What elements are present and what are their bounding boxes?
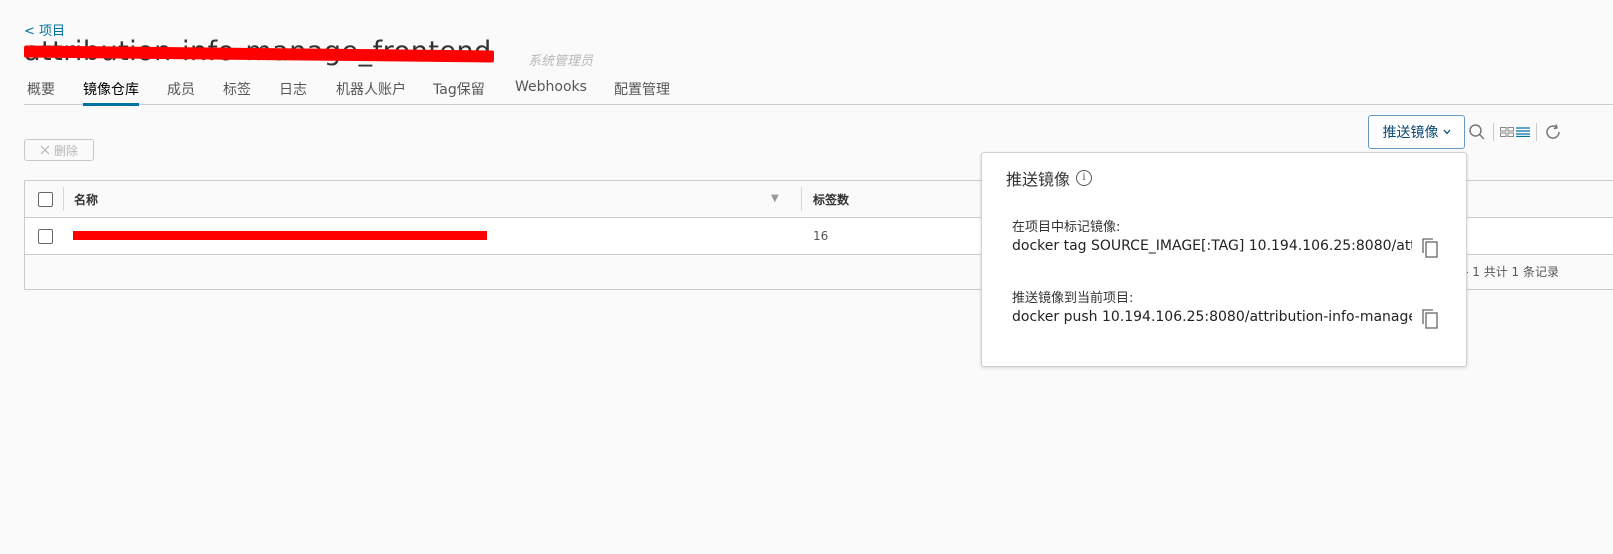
tag-count: 16 [813,229,829,243]
push-image-button[interactable]: 推送镜像 [1368,115,1465,149]
popover-title-text: 推送镜像 [1006,170,1071,189]
copy-icon[interactable] [1420,308,1440,330]
copy-icon[interactable] [1420,237,1440,259]
refresh-icon[interactable] [1543,122,1563,142]
tag-command-label: 在项目中标记镜像: [1012,220,1121,235]
delete-button-label: 删除 [53,143,78,158]
card-view-icon[interactable] [1500,122,1514,142]
toolbar-divider [1536,123,1537,141]
info-icon[interactable]: i [1076,170,1093,186]
push-image-label: 推送镜像 [1382,124,1439,140]
delete-button[interactable]: 删除 [24,139,94,161]
tab-summary[interactable]: 概要 [27,79,55,106]
repository-name-redacted[interactable] [73,231,487,240]
tab-logs[interactable]: 日志 [279,79,307,106]
tag-command-text[interactable]: docker tag SOURCE_IMAGE[:TAG] 10.194.106… [1012,238,1412,254]
column-divider [63,187,64,211]
push-command-label: 推送镜像到当前项目: [1012,291,1134,306]
list-view-icon[interactable] [1516,122,1530,142]
chevron-down-icon [1443,129,1450,135]
popover-title: 推送镜像 i [1006,166,1093,190]
column-header-tags[interactable]: 标签数 [813,191,849,208]
close-icon [40,145,50,155]
filter-icon[interactable]: ▼ [771,193,779,204]
push-command-text[interactable]: docker push 10.194.106.25:8080/attributi… [1012,309,1412,325]
row-checkbox[interactable] [38,229,53,244]
tab-repositories[interactable]: 镜像仓库 [83,79,139,106]
column-header-name[interactable]: 名称 [74,191,98,208]
tab-labels[interactable]: 标签 [223,79,251,106]
project-tabs: 概要 镜像仓库 成员 标签 日志 机器人账户 Tag保留 Webhooks 配置… [24,74,1613,106]
tab-configuration[interactable]: 配置管理 [614,79,670,106]
tab-robot-accounts[interactable]: 机器人账户 [336,79,406,106]
pagination-summary: 1 - 1 共计 1 条记录 [1452,265,1559,279]
push-image-popover: 推送镜像 i 在项目中标记镜像: docker tag SOURCE_IMAGE… [981,152,1467,367]
tab-webhooks[interactable]: Webhooks [515,79,587,102]
tab-members[interactable]: 成员 [167,79,195,106]
tab-tag-retention[interactable]: Tag保留 [433,79,485,106]
role-label: 系统管理员 [528,54,594,69]
project-header: attribution-info-manage_frontend [23,36,494,68]
column-divider [801,187,802,211]
search-icon[interactable] [1467,122,1487,142]
toolbar-divider [1493,123,1494,141]
select-all-checkbox[interactable] [38,192,53,207]
page-title: attribution-info-manage_frontend [23,36,494,68]
